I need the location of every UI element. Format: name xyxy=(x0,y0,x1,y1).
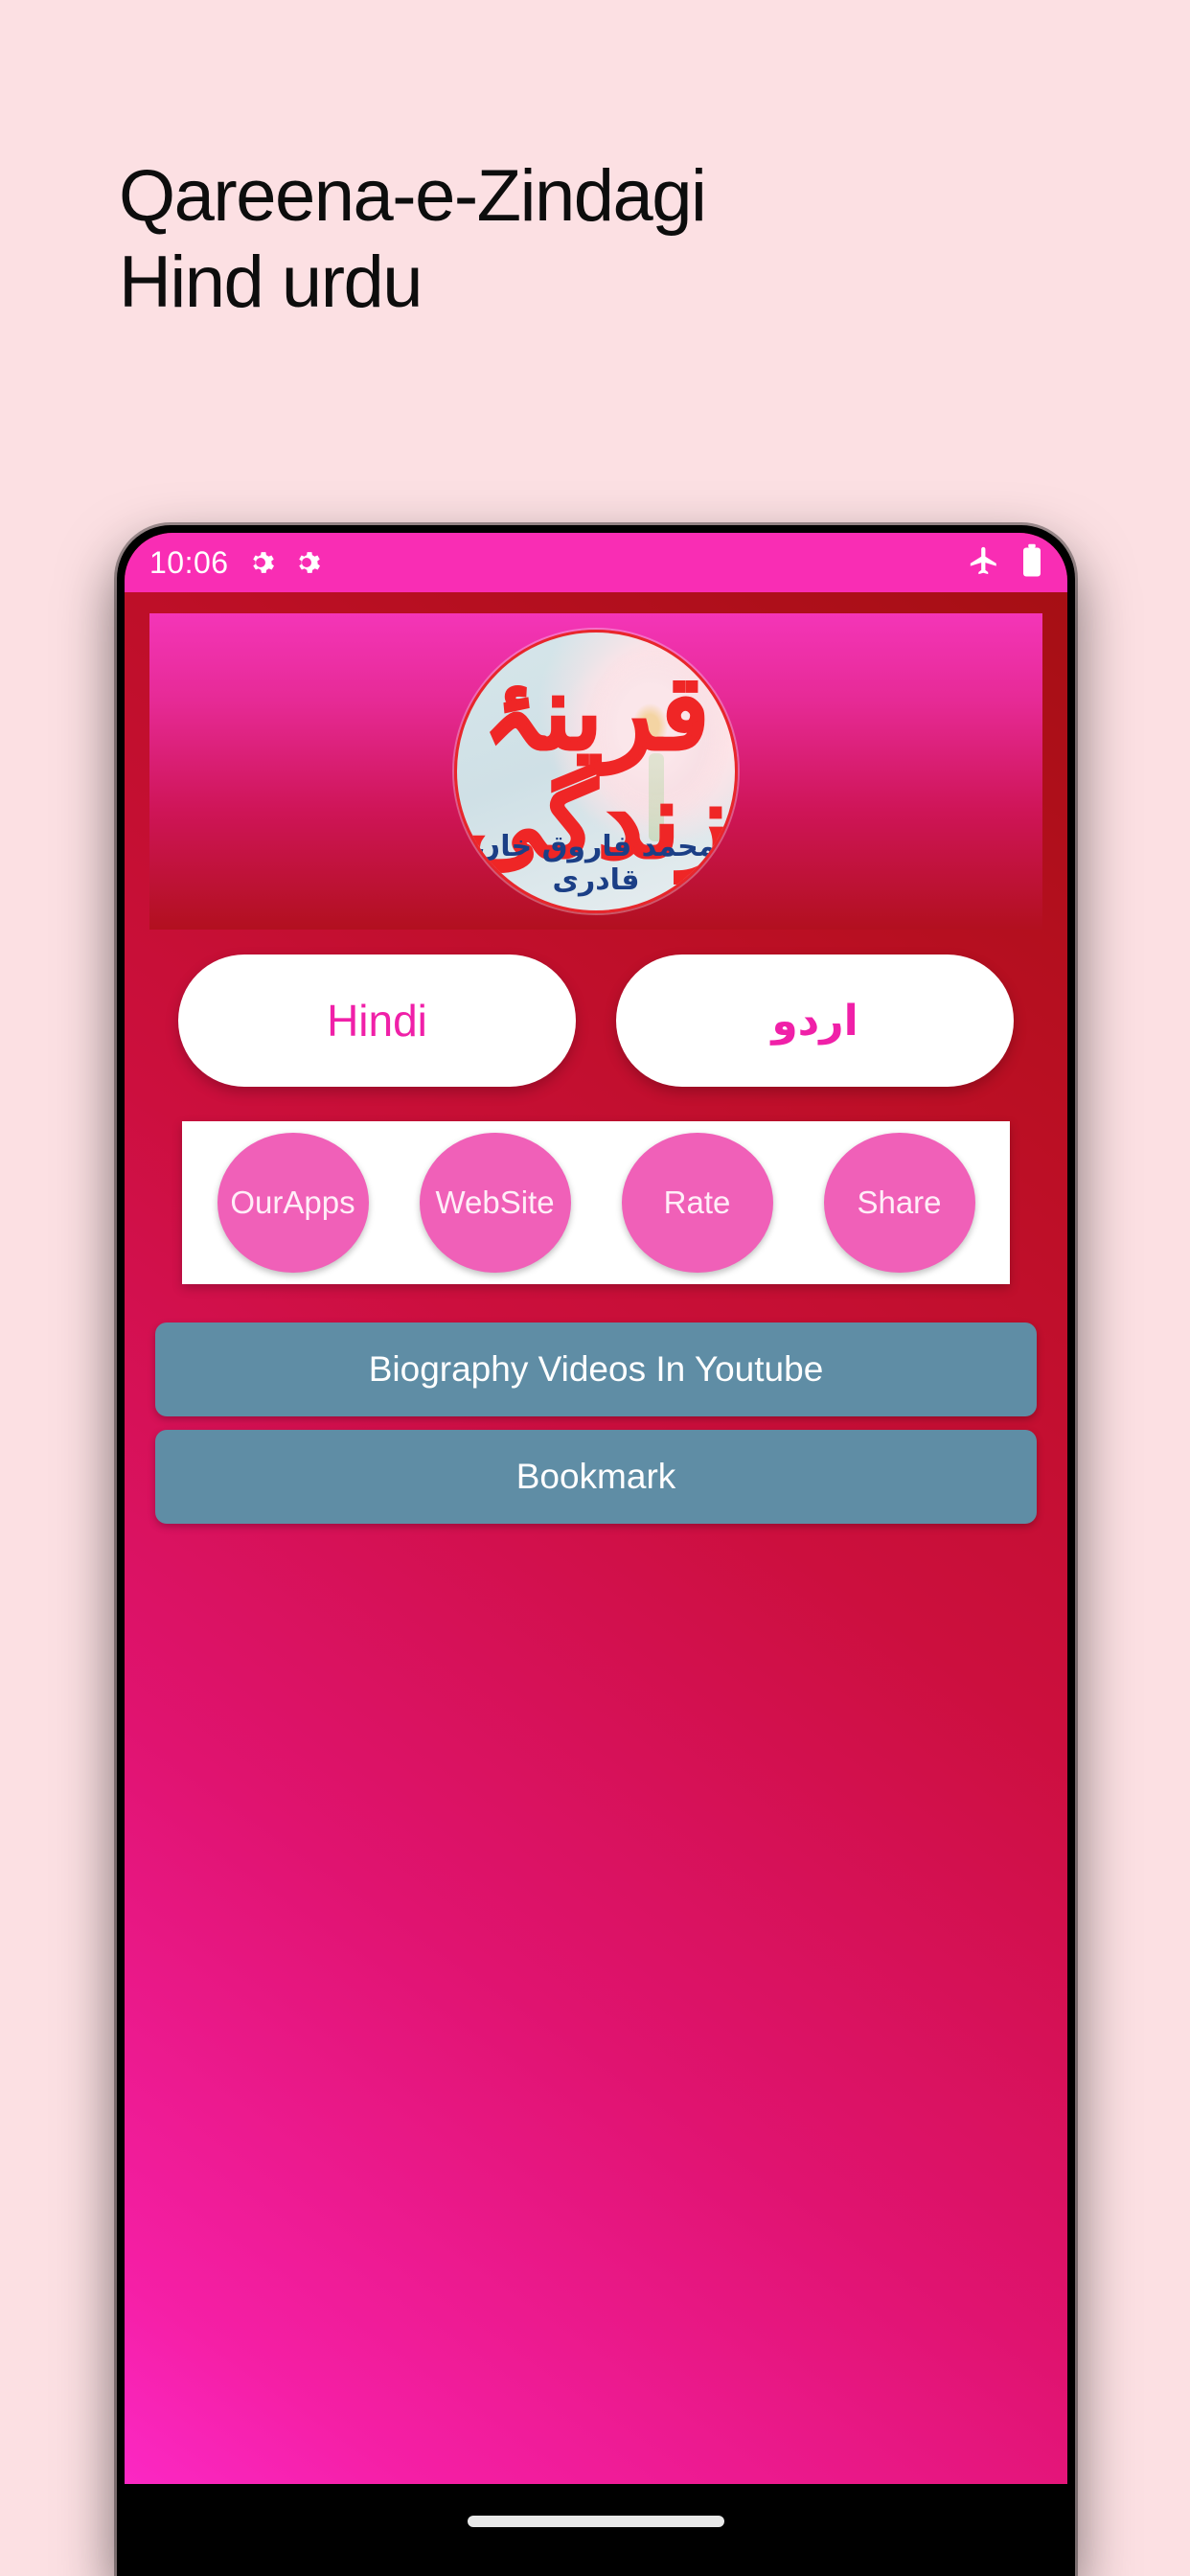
status-bar-clock: 10:06 xyxy=(149,544,229,580)
status-bar-right-icons xyxy=(968,543,1042,583)
app-screen: قرینۂ زندگی محمد فاروق خاں قادری Hindi ا… xyxy=(125,592,1067,2484)
phone-screen-area: 10:06 قرینۂ زندگی محمد فاروق خاں قادری H… xyxy=(125,533,1067,2576)
app-logo: قرینۂ زندگی محمد فاروق خاں قادری xyxy=(454,630,738,913)
status-bar: 10:06 xyxy=(125,533,1067,592)
airplane-mode-icon xyxy=(968,544,1000,582)
app-header-banner: قرینۂ زندگی محمد فاروق خاں قادری xyxy=(149,613,1042,930)
home-indicator[interactable] xyxy=(468,2516,724,2527)
rate-button[interactable]: Rate xyxy=(621,1133,773,1273)
action-button-panel: OurApps WebSite Rate Share xyxy=(182,1121,1010,1284)
battery-icon xyxy=(1021,543,1042,583)
language-selector: Hindi اردو xyxy=(149,954,1042,1087)
bookmark-button[interactable]: Bookmark xyxy=(155,1430,1037,1524)
share-button[interactable]: Share xyxy=(823,1133,975,1273)
gear-icon xyxy=(246,548,275,577)
language-button-urdu[interactable]: اردو xyxy=(616,954,1014,1087)
gear-icon xyxy=(292,548,321,577)
logo-author-urdu: محمد فاروق خاں قادری xyxy=(475,830,717,897)
website-button[interactable]: WebSite xyxy=(419,1133,571,1273)
page-title: Qareena-e-Zindagi Hind urdu xyxy=(119,155,707,323)
phone-device-frame: 10:06 قرینۂ زندگی محمد فاروق خاں قادری H… xyxy=(117,525,1075,2576)
ourapps-button[interactable]: OurApps xyxy=(217,1133,369,1273)
language-button-hindi[interactable]: Hindi xyxy=(178,954,576,1087)
android-navigation-bar xyxy=(125,2484,1067,2576)
biography-videos-youtube-button[interactable]: Biography Videos In Youtube xyxy=(155,1322,1037,1416)
